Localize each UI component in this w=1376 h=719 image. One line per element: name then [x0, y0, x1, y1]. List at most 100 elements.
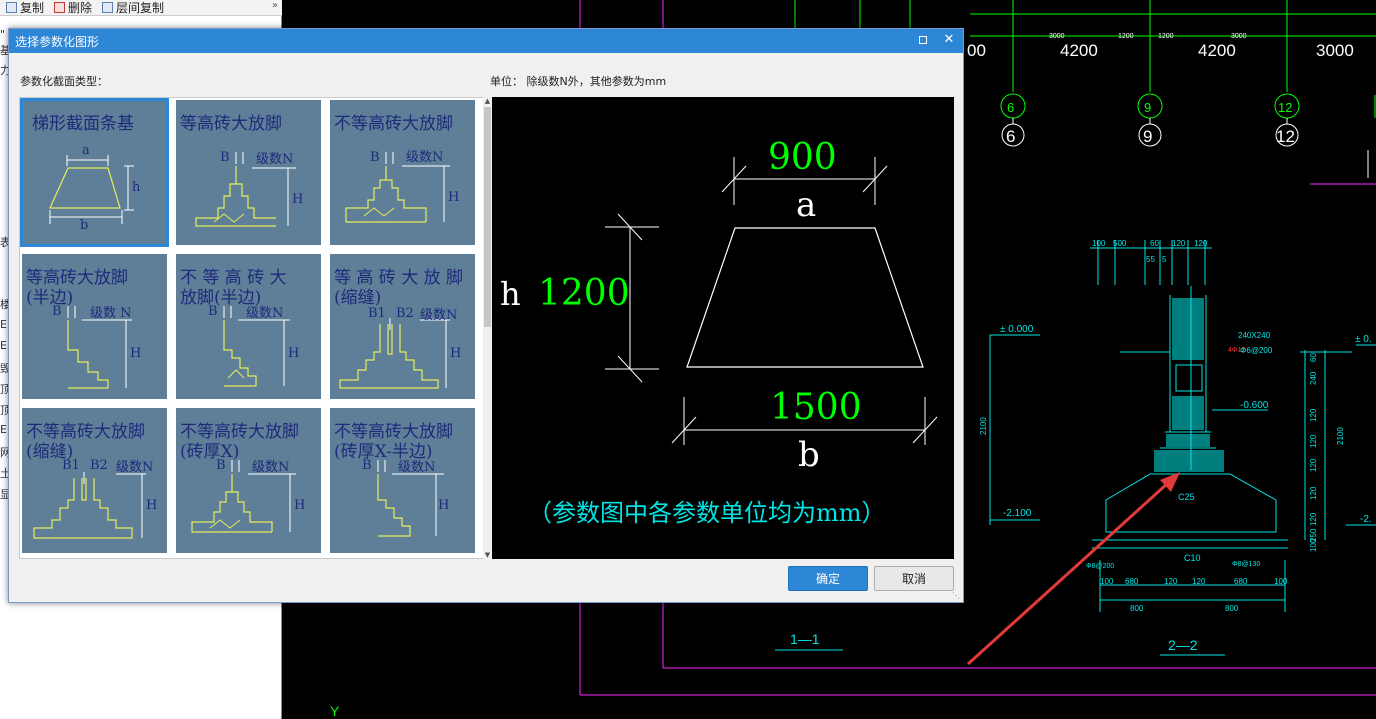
- dim-text: 680: [1234, 577, 1248, 586]
- param-label-b: b: [80, 218, 89, 233]
- dim-text: 240: [1309, 371, 1318, 385]
- dim-text: 120: [1309, 434, 1318, 448]
- scrollbar-thumb[interactable]: [484, 107, 491, 327]
- dim-text: 120: [1309, 458, 1318, 472]
- dim-text: 100: [1309, 538, 1318, 552]
- concrete-label: C10: [1184, 553, 1201, 563]
- shape-option-equal-brick-half[interactable]: 等高砖大放脚 (半边) B 级数 N H: [22, 254, 167, 399]
- elevation-label: ± 0.000: [1000, 324, 1034, 335]
- param-label-h: H: [294, 498, 306, 513]
- dim-text: 120: [1164, 577, 1178, 586]
- dim-text: 60: [1150, 239, 1159, 248]
- dim-text: 120: [1194, 239, 1208, 248]
- close-button[interactable]: ✕: [941, 32, 957, 48]
- shape-option-equal-brick-footing[interactable]: 等高砖大放脚 B 级数N H: [176, 100, 321, 245]
- param-label-h: H: [448, 190, 460, 205]
- dim-text: 100: [1274, 577, 1288, 586]
- param-label-h: H: [288, 346, 300, 361]
- param-label-b: B: [208, 304, 218, 319]
- param-value-b: 1500: [770, 387, 862, 428]
- dim-text: 5: [1162, 255, 1167, 264]
- dim-top: 00: [967, 41, 986, 60]
- param-label-n: 级数N: [256, 152, 294, 167]
- dim-small: 3000: [1231, 33, 1247, 40]
- param-label-n: 级数N: [398, 460, 436, 475]
- dim-text: 500: [1113, 239, 1127, 248]
- param-label-n: 级数N: [116, 460, 154, 475]
- shape-option-equal-brick-joint[interactable]: 等 高 砖 大 放 脚 (缩缝) B1 B2 级数N H: [330, 254, 475, 399]
- select-parametric-shape-dialog: 选择参数化图形 ✕ 参数化截面类型： 单位： 除级数N外，其他参数为mm 梯形截…: [8, 28, 964, 603]
- param-label-b: B: [52, 304, 62, 319]
- cancel-button[interactable]: 取消: [874, 566, 954, 591]
- param-label-b1: B1: [62, 458, 80, 473]
- unit-note: （参数图中各参数单位均为mm）: [528, 499, 886, 527]
- shape-title: 不等高砖大放脚: [334, 114, 453, 134]
- param-value-a: 900: [768, 137, 837, 178]
- scroll-up-arrow-icon[interactable]: ▲: [483, 97, 492, 105]
- param-label-n: 级数N: [252, 460, 290, 475]
- dim-text: 60: [1309, 353, 1318, 362]
- shape-option-unequal-brick-half[interactable]: 不 等 高 砖 大 放脚(半边) B 级数N H: [176, 254, 321, 399]
- elevation-label: ± 0.: [1355, 334, 1372, 345]
- dim-text: 800: [1225, 604, 1239, 613]
- axis-number: 6: [1006, 127, 1015, 146]
- dim-top: 4200: [1198, 41, 1236, 60]
- shape-title: 不等高砖大放脚 (砖厚X): [180, 422, 299, 462]
- param-label-b2: B2: [396, 306, 414, 321]
- dim-text: 680: [1125, 577, 1139, 586]
- dim-text: 120: [1309, 486, 1318, 500]
- section-title: 1—1: [790, 631, 820, 647]
- ok-button[interactable]: 确定: [788, 566, 868, 591]
- concrete-label: C25: [1178, 492, 1195, 502]
- param-label-b: B: [370, 150, 380, 165]
- dim-text: 2100: [1336, 427, 1345, 445]
- shape-option-unequal-brick-joint[interactable]: 不等高砖大放脚 (缩缝) B1 B2 级数N H: [22, 408, 167, 553]
- param-label-n: 级数N: [246, 306, 284, 321]
- dim-text: 2100: [979, 417, 988, 435]
- param-label-b2: B2: [90, 458, 108, 473]
- dim-text: 120: [1309, 408, 1318, 422]
- axis-number: 12: [1278, 100, 1292, 115]
- dim-text: 120: [1309, 512, 1318, 526]
- param-label-h: H: [130, 346, 142, 361]
- param-label-h: H: [292, 192, 304, 207]
- shape-option-unequal-brick-thickness[interactable]: 不等高砖大放脚 (砖厚X) B 级数N H: [176, 408, 321, 553]
- param-label-n: 级数 N: [90, 306, 132, 321]
- dim-text: 100: [1092, 239, 1106, 248]
- param-label-b: B: [362, 458, 372, 473]
- shape-option-unequal-brick-thickness-half[interactable]: 不等高砖大放脚 (砖厚X-半边) B 级数N H: [330, 408, 475, 553]
- dim-text: 120: [1192, 577, 1206, 586]
- dialog-titlebar[interactable]: 选择参数化图形 ✕: [9, 29, 963, 53]
- param-label-a: a: [82, 143, 90, 158]
- elevation-label: -0.600: [1240, 400, 1269, 411]
- dim-top: 3000: [1316, 41, 1354, 60]
- gallery-scrollbar[interactable]: ▲ ▼: [483, 97, 492, 559]
- dim-text: 120: [1172, 239, 1186, 248]
- param-label-b: b: [798, 435, 820, 475]
- axis-number: 12: [1276, 127, 1295, 146]
- shape-option-trapezoid-strip[interactable]: 梯形截面条基 a h b: [20, 98, 169, 247]
- param-label-h: H: [450, 346, 462, 361]
- scroll-down-arrow-icon[interactable]: ▼: [483, 551, 492, 559]
- resize-grip-icon[interactable]: ⋱: [952, 591, 962, 601]
- section-title: 2—2: [1168, 637, 1198, 653]
- axis-number: 9: [1144, 100, 1151, 115]
- dim-text: 800: [1130, 604, 1144, 613]
- unit-label: 单位： 除级数N外，其他参数为mm: [490, 75, 667, 88]
- dim-small: 3000: [1049, 33, 1065, 40]
- rebar-label: Φ8@130: [1232, 561, 1260, 568]
- param-label-h: h: [132, 180, 141, 195]
- rebar-label: Φ8@200: [1086, 563, 1114, 570]
- y-axis-label: Y: [330, 703, 340, 719]
- shape-title: 等 高 砖 大 放 脚 (缩缝): [334, 268, 464, 308]
- dim-small: 1200: [1118, 33, 1134, 40]
- section-type-label: 参数化截面类型：: [20, 75, 108, 88]
- axis-number: 9: [1143, 127, 1152, 146]
- shape-option-unequal-brick-footing[interactable]: 不等高砖大放脚 B 级数N H: [330, 100, 475, 245]
- param-label-a: a: [796, 185, 817, 225]
- param-label-n: 级数N: [406, 150, 444, 165]
- shape-preview: 900 a h 1200 1500 b （参数图中各参数单位均为mm）: [492, 97, 954, 559]
- maximize-button[interactable]: [915, 32, 931, 48]
- maximize-icon: [919, 36, 927, 44]
- dialog-title: 选择参数化图形: [15, 34, 100, 49]
